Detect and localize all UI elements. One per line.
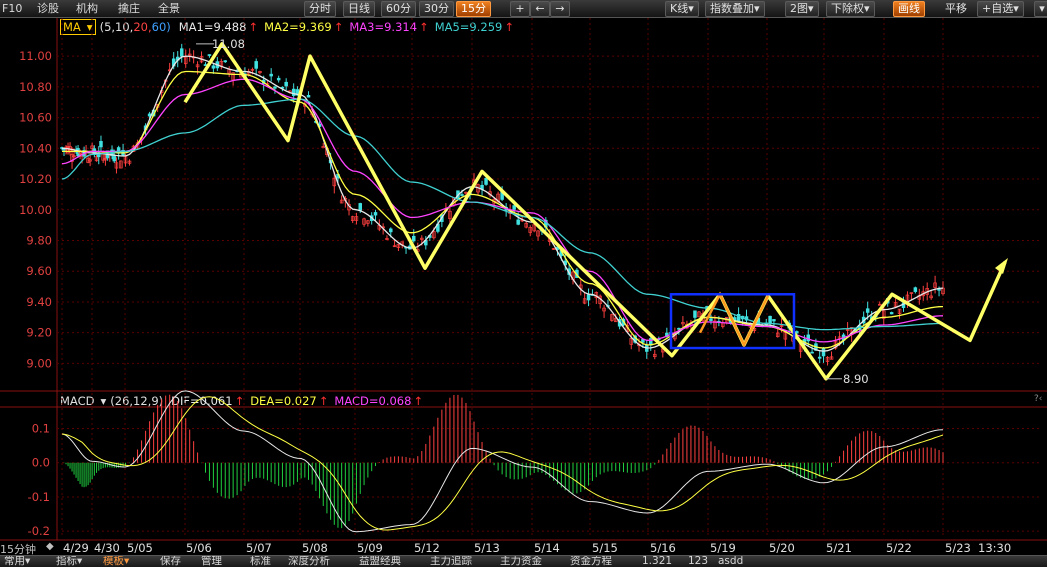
candle-body (709, 318, 713, 321)
candle-body (512, 205, 516, 210)
date-axis: 15分钟 ◆ 4/29 4/30 5/05 5/06 5/07 5/08 5/0… (0, 541, 1047, 556)
price-tick-label: 10.00 (19, 203, 52, 217)
tab-standard[interactable]: 标准 (250, 556, 271, 567)
candle-body (889, 312, 894, 315)
high-price-label: 11.08 (212, 37, 245, 51)
date-label: 5/06 (186, 541, 212, 555)
tab-templates[interactable]: 模板▾ (103, 556, 129, 567)
candle-body (389, 228, 393, 233)
date-label: 5/19 (710, 541, 736, 555)
macd-tick-label: -0.1 (28, 490, 50, 504)
candle-body (373, 212, 378, 216)
candle-body (291, 88, 296, 96)
candle-body (817, 356, 822, 359)
macd-tick-label: 0.0 (32, 456, 50, 470)
ma-line-ma1 (61, 55, 944, 352)
candle-body (306, 95, 311, 98)
date-label: 5/05 (127, 541, 153, 555)
candle-body (937, 288, 941, 291)
date-label: 4/29 (63, 541, 89, 555)
ma-line-ma5 (61, 98, 943, 331)
candle-body (768, 315, 772, 324)
macd-tick-label: -0.2 (28, 524, 50, 538)
date-label: 4/30 (94, 541, 120, 555)
tab-indicators[interactable]: 指标▾ (56, 556, 82, 567)
price-tick-label: 10.80 (19, 80, 52, 94)
candle-body (772, 319, 776, 322)
candle-body (693, 310, 697, 318)
tab-fund-equation[interactable]: 资金方程 (570, 556, 612, 567)
candle-body (358, 203, 362, 211)
candle-body (586, 294, 591, 301)
tab-template-asdd[interactable]: asdd (718, 556, 743, 567)
candle-body (412, 235, 416, 242)
tab-template-1321[interactable]: 1.321 (642, 556, 672, 567)
candle-body (179, 48, 184, 57)
date-label: 5/14 (534, 541, 560, 555)
candle-body (211, 65, 216, 69)
candle-body (273, 86, 277, 89)
candle-body (276, 77, 281, 81)
date-label: 5/22 (886, 541, 912, 555)
tab-yimeng-classic[interactable]: 益盟经典 (359, 556, 401, 567)
date-label: 5/20 (769, 541, 795, 555)
candle-body (112, 156, 116, 162)
date-label: 5/21 (826, 541, 852, 555)
date-label: 5/09 (357, 541, 383, 555)
tab-main-force-tracking[interactable]: 主力追踪 (430, 556, 472, 567)
candle-body (321, 146, 325, 148)
period-chevron-icon: ◆ (46, 541, 54, 552)
candle-body (284, 81, 288, 87)
candle-body (207, 54, 212, 56)
price-tick-label: 10.60 (19, 111, 52, 125)
trend-arrow-head (995, 258, 1008, 275)
macd-tick-label: 0.1 (32, 422, 50, 436)
price-tick-label: 9.40 (26, 295, 52, 309)
candle-body (460, 194, 464, 196)
candle-body (821, 348, 826, 357)
price-tick-label: 11.00 (19, 49, 52, 63)
price-tick-label: 9.60 (26, 264, 52, 278)
tab-common[interactable]: 常用▾ (4, 556, 30, 567)
tab-save[interactable]: 保存 (160, 556, 181, 567)
tab-manage[interactable]: 管理 (201, 556, 222, 567)
candle-body (254, 61, 258, 69)
low-price-label: 8.90 (843, 372, 869, 386)
date-label: 5/08 (302, 541, 328, 555)
candle-body (865, 308, 870, 313)
date-label: 5/23 (945, 541, 971, 555)
price-chart[interactable]: 11.08 8.90 11.00 10.80 10.60 10.40 10.20 10.00… (0, 0, 1047, 566)
date-label: 5/15 (592, 541, 618, 555)
date-label: 5/16 (650, 541, 676, 555)
price-tick-label: 10.20 (19, 172, 52, 186)
candle-body (810, 351, 814, 354)
bottom-tab-bar: 常用▾ 指标▾ 模板▾ 保存 管理 标准 深度分析 益盟经典 主力追踪 主力资金… (0, 555, 1047, 567)
price-tick-label: 9.80 (26, 233, 52, 247)
tab-main-force-funds[interactable]: 主力资金 (500, 556, 542, 567)
candle-body (99, 141, 103, 148)
date-label: 5/12 (414, 541, 440, 555)
date-label: 5/13 (474, 541, 500, 555)
tab-template-123[interactable]: 123 (688, 556, 708, 567)
price-tick-label: 9.20 (26, 326, 52, 340)
candle-body (269, 73, 273, 77)
end-time-label: 13:30 (978, 541, 1012, 555)
price-tick-label: 9.00 (26, 356, 52, 370)
candle-body (223, 60, 227, 63)
tab-deep-analysis[interactable]: 深度分析 (288, 556, 330, 567)
candle-body (484, 178, 488, 185)
candle-body (62, 148, 66, 151)
drawn-trend-line (183, 42, 1007, 381)
candle-body (516, 219, 520, 225)
dif-line (61, 390, 944, 533)
candle-body (913, 287, 918, 292)
date-label: 5/07 (246, 541, 272, 555)
candle-body (76, 148, 80, 157)
price-tick-label: 10.40 (19, 141, 52, 155)
